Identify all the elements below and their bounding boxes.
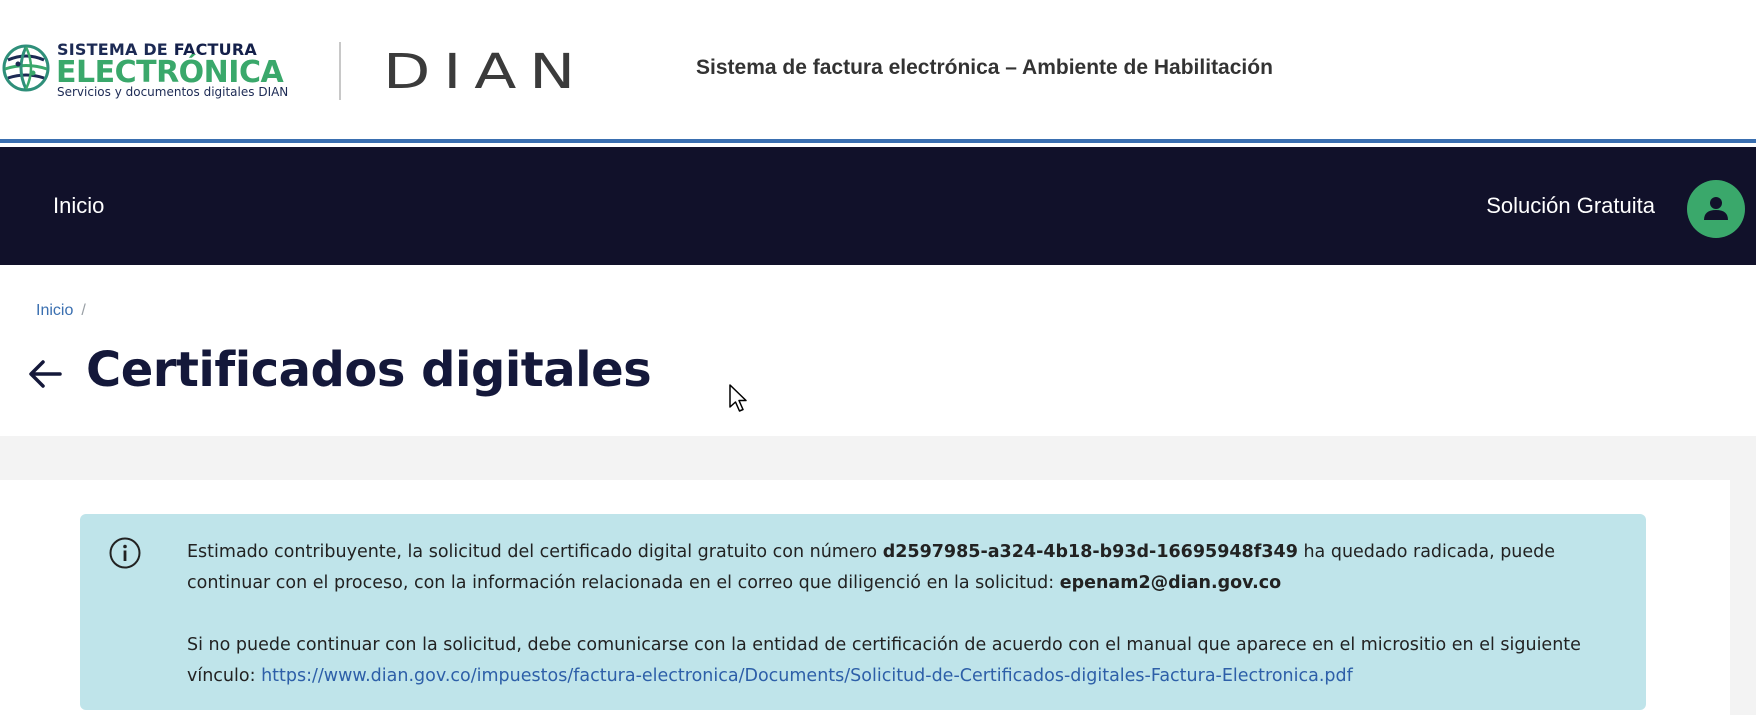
mouse-cursor-icon [729,384,747,412]
page-title: Certificados digitales [86,342,652,398]
system-title: Sistema de factura electrónica – Ambient… [696,56,1273,79]
info-alert: Estimado contribuyente, la solicitud del… [80,514,1646,710]
nav-item-solucion-gratuita[interactable]: Solución Gratuita [1486,193,1655,219]
manual-pdf-link[interactable]: https://www.dian.gov.co/impuestos/factur… [261,666,1353,686]
breadcrumb: Inicio / [36,302,86,320]
breadcrumb-separator: / [81,302,86,319]
breadcrumb-item-inicio[interactable]: Inicio [36,302,73,319]
dian-logo[interactable]: DIAN [383,50,593,92]
main-nav-bar: Inicio Solución Gratuita [0,147,1756,265]
arrow-left-icon[interactable] [26,356,64,392]
top-header: SISTEMA DE FACTURA ELECTRÓNICA Servicios… [0,0,1756,143]
user-avatar-button[interactable] [1687,180,1745,238]
globe-logo-icon [2,44,50,92]
content-card: Estimado contribuyente, la solicitud del… [0,480,1730,715]
alert-message: Estimado contribuyente, la solicitud del… [187,537,1607,692]
info-icon [109,537,141,569]
nav-item-inicio[interactable]: Inicio [53,193,104,219]
logo-divider [339,42,341,100]
contact-email: epenam2@dian.gov.co [1059,573,1282,593]
alert-text-part: Estimado contribuyente, la solicitud del… [187,542,883,562]
request-number: d2597985-a324-4b18-b93d-16695948f349 [882,542,1298,562]
svg-text:DIAN: DIAN [383,50,588,92]
user-icon [1704,197,1728,220]
alert-paragraph-2: Si no puede continuar con la solicitud, … [187,630,1607,692]
logo-line-3: Servicios y documentos digitales DIAN [57,85,289,99]
alert-paragraph-1: Estimado contribuyente, la solicitud del… [187,537,1607,599]
